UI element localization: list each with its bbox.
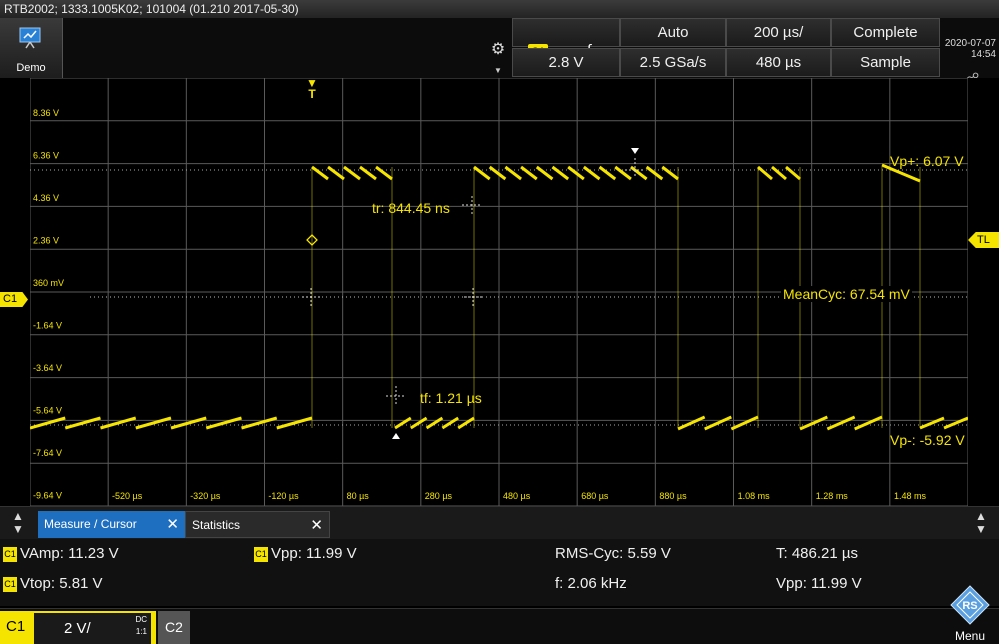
x-tick-label: 280 µs — [425, 491, 453, 501]
date-text: 2020-07-07 — [944, 38, 996, 49]
y-tick-label: 360 mV — [33, 278, 64, 288]
svg-text:RS: RS — [962, 600, 977, 612]
y-tick-label: 4.36 V — [33, 193, 59, 203]
settings-gear-icon[interactable]: ⚙ — [488, 39, 508, 59]
demo-button[interactable]: Demo — [0, 18, 63, 78]
stat-vpp: Vpp: 11.99 V — [776, 575, 862, 592]
timebase-button[interactable]: 200 µs/ — [726, 18, 831, 47]
tabs-expand-arrows-icon[interactable]: ▲ ▼ — [4, 510, 32, 538]
measurement-vamp[interactable]: C1 VAmp: 11.23 V — [3, 545, 119, 562]
y-tick-label: 8.36 V — [33, 108, 59, 118]
x-tick-label: 1.48 ms — [894, 491, 927, 501]
record-length-display[interactable]: 480 µs — [726, 48, 831, 77]
close-icon[interactable]: ✕ — [310, 512, 323, 539]
x-tick-label: 680 µs — [581, 491, 609, 501]
trigger-level-button[interactable]: 2.8 V — [512, 48, 620, 77]
tab-statistics[interactable]: Statistics ✕ — [185, 511, 330, 538]
x-tick-label: 80 µs — [347, 491, 370, 501]
sample-rate-display[interactable]: 2.5 GSa/s — [620, 48, 726, 77]
vp-plus-label: Vp+: 6.07 V — [890, 153, 964, 169]
y-tick-label: 6.36 V — [33, 151, 59, 161]
meancyc-label: MeanCyc: 67.54 mV — [781, 286, 912, 302]
x-tick-label: 1.08 ms — [738, 491, 771, 501]
presentation-icon — [19, 27, 41, 49]
y-tick-label: -3.64 V — [33, 363, 62, 373]
time-text: 14:54 — [970, 49, 996, 60]
channel2-button[interactable]: C2 — [158, 611, 190, 644]
y-tick-label: -5.64 V — [33, 406, 62, 416]
channel-offset-tag[interactable]: C1 — [0, 292, 28, 307]
channel1-coupling: DC — [135, 615, 147, 624]
stat-rms-cyc: RMS-Cyc: 5.59 V — [555, 545, 671, 562]
x-tick-label: 1.28 ms — [816, 491, 849, 501]
tab-measure-cursor[interactable]: Measure / Cursor ✕ — [38, 511, 185, 538]
max-marker-arrow — [631, 148, 639, 154]
y-tick-label: -1.64 V — [33, 321, 62, 331]
y-tick-label: -9.64 V — [33, 491, 62, 501]
caret-down-icon[interactable]: ▼ — [494, 66, 502, 75]
demo-label: Demo — [16, 62, 46, 74]
channel-bar: C1 2 V/ DC 1:1 C2 — [0, 608, 999, 644]
datetime: 2020-07-07 14:54 — [940, 36, 999, 66]
measurement-vpp[interactable]: C1 Vpp: 11.99 V — [254, 545, 357, 562]
x-tick-label: -120 µs — [268, 491, 299, 501]
fall-time-label: tf: 1.21 µs — [420, 390, 482, 406]
panel-expand-arrows-icon[interactable]: ▲ ▼ — [967, 510, 995, 538]
channel1-scale[interactable]: 2 V/ DC 1:1 — [34, 613, 151, 644]
x-tick-label: 480 µs — [503, 491, 531, 501]
trigger-time-marker[interactable]: ▼ T — [305, 77, 319, 100]
vp-minus-label: Vp-: -5.92 V — [890, 432, 965, 448]
stat-period: T: 486.21 µs — [776, 545, 859, 562]
trigger-source-cell[interactable] — [512, 18, 620, 47]
x-tick-label: 880 µs — [659, 491, 687, 501]
channel-badge: C1 — [254, 547, 268, 562]
channel1-label: C1 — [6, 618, 26, 635]
tf-marker-arrow — [392, 433, 400, 439]
channel-badge: C1 — [3, 547, 17, 562]
menu-label: Menu — [954, 629, 986, 643]
title-bar: RTB2002; 1333.1005K02; 101004 (01.210 20… — [0, 0, 999, 18]
stat-frequency: f: 2.06 kHz — [555, 575, 627, 592]
right-marker-strip — [968, 78, 999, 506]
channel-badge: C1 — [3, 577, 17, 592]
tab-bar: ▲ ▼ Measure / Cursor ✕ Statistics ✕ ▲ ▼ — [0, 506, 999, 540]
close-icon[interactable]: ✕ — [166, 511, 179, 538]
trigger-mode-button[interactable]: Auto — [620, 18, 726, 47]
x-axis-labels: -520 µs -320 µs -120 µs 80 µs 280 µs 480 µs 68… — [112, 491, 927, 501]
acquisition-type-button[interactable]: Sample — [831, 48, 940, 77]
top-toolbar: Demo ⚙ ▼ C1 ∫ Auto 200 µs/ Complete 2.8 … — [0, 18, 999, 85]
menu-button[interactable]: RS Menu — [941, 585, 999, 643]
channel1-button[interactable]: C1 2 V/ DC 1:1 — [0, 611, 156, 644]
x-tick-label: -520 µs — [112, 491, 143, 501]
measurement-vtop[interactable]: C1 Vtop: 5.81 V — [3, 575, 103, 592]
y-axis-labels: 8.36 V 6.36 V 4.36 V 2.36 V 360 mV -1.64 V -3.… — [33, 108, 64, 501]
y-tick-label: -7.64 V — [33, 448, 62, 458]
rise-time-label: tr: 844.45 ns — [372, 200, 450, 216]
acquisition-mode-button[interactable]: Complete — [831, 18, 940, 47]
measurement-panel: C1 VAmp: 11.23 V C1 Vtop: 5.81 V C1 Vpp: 11… — [0, 539, 999, 606]
channel1-probe: 1:1 — [135, 627, 147, 636]
instrument-title: RTB2002; 1333.1005K02; 101004 (01.210 20… — [4, 2, 299, 16]
y-tick-label: 2.36 V — [33, 236, 59, 246]
x-tick-label: -320 µs — [190, 491, 221, 501]
rs-logo-icon: RS — [950, 585, 990, 625]
